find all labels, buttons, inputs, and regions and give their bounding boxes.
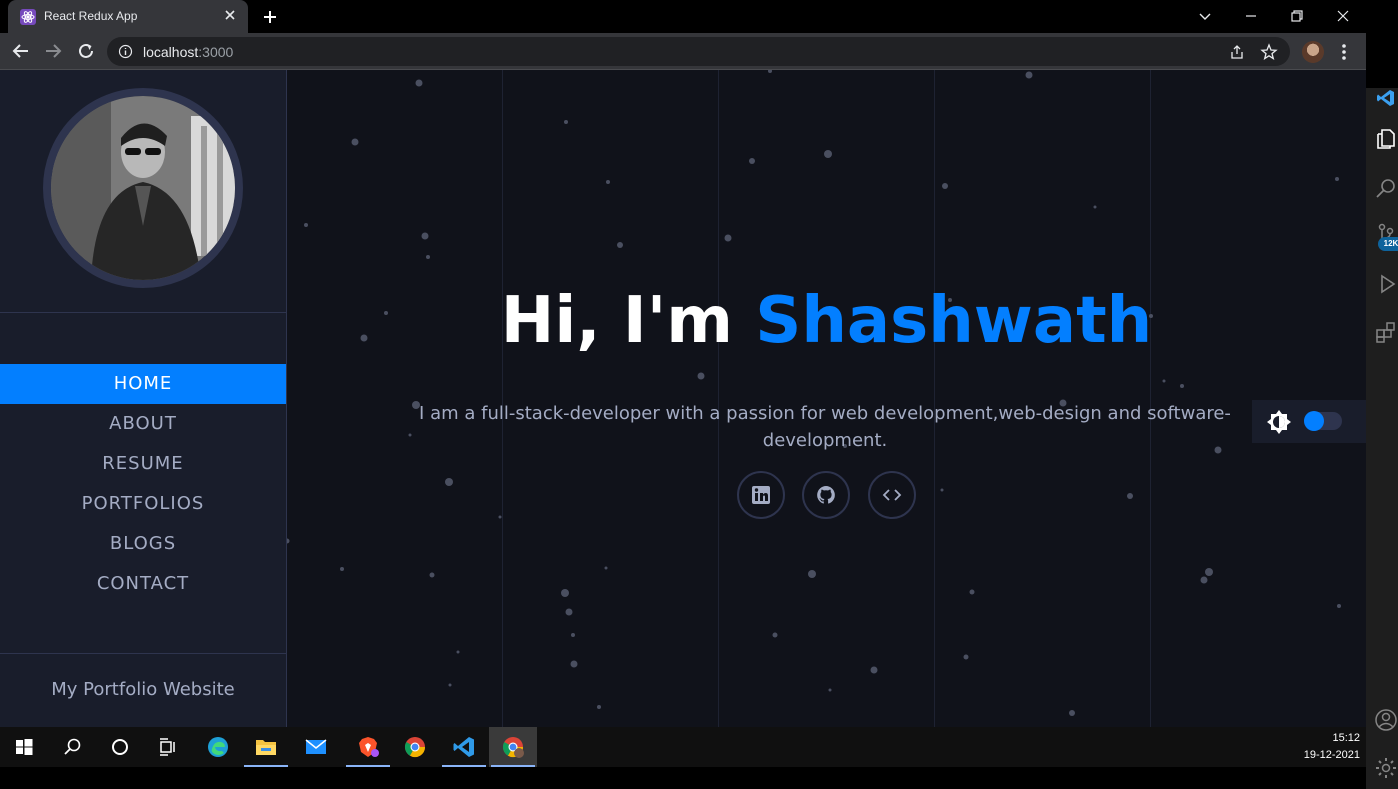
taskbar-file-explorer[interactable] xyxy=(242,727,290,767)
grid-line xyxy=(934,70,935,727)
grid-line xyxy=(718,70,719,727)
task-view-button[interactable] xyxy=(144,727,192,767)
share-icon[interactable] xyxy=(1228,43,1246,61)
settings-gear-icon[interactable] xyxy=(1374,756,1398,780)
nav-blogs[interactable]: BLOGS xyxy=(0,524,286,564)
start-button[interactable] xyxy=(0,727,48,767)
extensions-icon[interactable] xyxy=(1374,320,1398,344)
search-icon xyxy=(64,738,81,755)
github-button[interactable] xyxy=(802,471,850,519)
restore-icon[interactable] xyxy=(1286,5,1308,27)
brightness-icon xyxy=(1267,410,1291,434)
clock-date: 19-12-2021 xyxy=(1303,749,1360,761)
screen-bottom-edge xyxy=(0,767,1366,789)
sidebar-nav: HOME ABOUT RESUME PORTFOLIOS BLOGS CONTA… xyxy=(0,364,286,604)
folder-icon xyxy=(256,740,276,755)
url-host: localhost xyxy=(143,44,199,60)
browser-titlebar: React Redux App xyxy=(0,0,1366,33)
profile-avatar[interactable] xyxy=(1302,41,1324,63)
chrome-profile-icon xyxy=(502,737,524,758)
more-options-icon[interactable] xyxy=(1336,41,1352,63)
page-viewport: HOME ABOUT RESUME PORTFOLIOS BLOGS CONTA… xyxy=(0,70,1366,727)
main-content xyxy=(287,70,1366,727)
search-icon[interactable] xyxy=(1374,176,1398,200)
nav-portfolios[interactable]: PORTFOLIOS xyxy=(0,484,286,524)
react-favicon-icon xyxy=(20,9,36,25)
clock-time: 15:12 xyxy=(1332,732,1360,744)
profile-photo-image xyxy=(51,96,235,280)
address-bar[interactable]: localhost:3000 xyxy=(107,37,1290,66)
nav-about[interactable]: ABOUT xyxy=(0,404,286,444)
brave-icon xyxy=(359,737,379,757)
hero-title: Hi, I'm Shashwath xyxy=(287,284,1366,358)
grid-line xyxy=(502,70,503,727)
nav-resume[interactable]: RESUME xyxy=(0,444,286,484)
grid-line xyxy=(1150,70,1151,727)
hero-name: Shashwath xyxy=(755,284,1153,358)
close-window-icon[interactable] xyxy=(1332,5,1354,27)
hero-greeting: Hi, I'm xyxy=(500,284,756,358)
windows-taskbar: 15:12 19-12-2021 xyxy=(0,727,1366,767)
code-icon xyxy=(882,489,902,501)
taskbar-vscode[interactable] xyxy=(440,727,488,767)
accounts-icon[interactable] xyxy=(1374,708,1398,732)
divider xyxy=(0,312,287,313)
vscode-logo-icon xyxy=(1377,90,1394,106)
linkedin-icon xyxy=(752,486,770,504)
forward-icon[interactable] xyxy=(42,40,64,62)
browser-tab[interactable]: React Redux App xyxy=(8,0,248,33)
url-text: localhost:3000 xyxy=(143,44,233,60)
code-button[interactable] xyxy=(868,471,916,519)
edge-icon xyxy=(208,737,228,757)
linkedin-button[interactable] xyxy=(737,471,785,519)
cortana-button[interactable] xyxy=(96,727,144,767)
scm-badge: 12K xyxy=(1378,237,1398,251)
switch-knob xyxy=(1304,411,1324,431)
taskbar-chrome-profile[interactable] xyxy=(489,727,537,767)
browser-toolbar: localhost:3000 xyxy=(0,33,1366,70)
screen: React Redux App localhost:3000 HOME ABOU… xyxy=(0,0,1398,789)
back-icon[interactable] xyxy=(10,40,32,62)
taskbar-search[interactable] xyxy=(48,727,96,767)
sidebar-footer: My Portfolio Website xyxy=(51,679,235,700)
taskbar-mail[interactable] xyxy=(292,727,340,767)
nav-home[interactable]: HOME xyxy=(0,364,286,404)
sidebar: HOME ABOUT RESUME PORTFOLIOS BLOGS CONTA… xyxy=(0,70,287,727)
mail-icon xyxy=(305,739,327,754)
taskbar-chrome[interactable] xyxy=(391,727,439,767)
reload-icon[interactable] xyxy=(75,40,97,62)
dark-mode-switch[interactable] xyxy=(1304,411,1342,431)
bookmark-star-icon[interactable] xyxy=(1260,43,1278,61)
task-view-icon xyxy=(160,738,175,756)
nav-contact[interactable]: CONTACT xyxy=(0,564,286,604)
profile-photo xyxy=(43,88,243,288)
cortana-icon xyxy=(112,739,128,755)
vscode-activity-bar: 12K xyxy=(1366,88,1398,789)
divider xyxy=(0,653,287,654)
info-icon[interactable] xyxy=(118,44,133,59)
minimize-icon[interactable] xyxy=(1240,5,1262,27)
tab-title: React Redux App xyxy=(44,9,138,23)
vscode-icon xyxy=(453,737,474,757)
taskbar-edge[interactable] xyxy=(194,727,242,767)
github-icon xyxy=(817,486,835,504)
theme-toggle[interactable] xyxy=(1252,400,1366,443)
tab-search-icon[interactable] xyxy=(1194,5,1216,27)
hero-subtitle: I am a full-stack-developer with a passi… xyxy=(419,403,1231,451)
url-port: :3000 xyxy=(198,44,234,60)
windows-logo-icon xyxy=(16,739,33,755)
system-clock[interactable]: 15:12 19-12-2021 xyxy=(1304,730,1360,764)
explorer-icon[interactable] xyxy=(1374,126,1398,150)
close-icon[interactable] xyxy=(222,7,238,23)
run-debug-icon[interactable] xyxy=(1374,272,1398,296)
taskbar-brave[interactable] xyxy=(344,727,392,767)
chrome-icon xyxy=(404,737,426,758)
new-tab-icon[interactable] xyxy=(260,7,280,27)
